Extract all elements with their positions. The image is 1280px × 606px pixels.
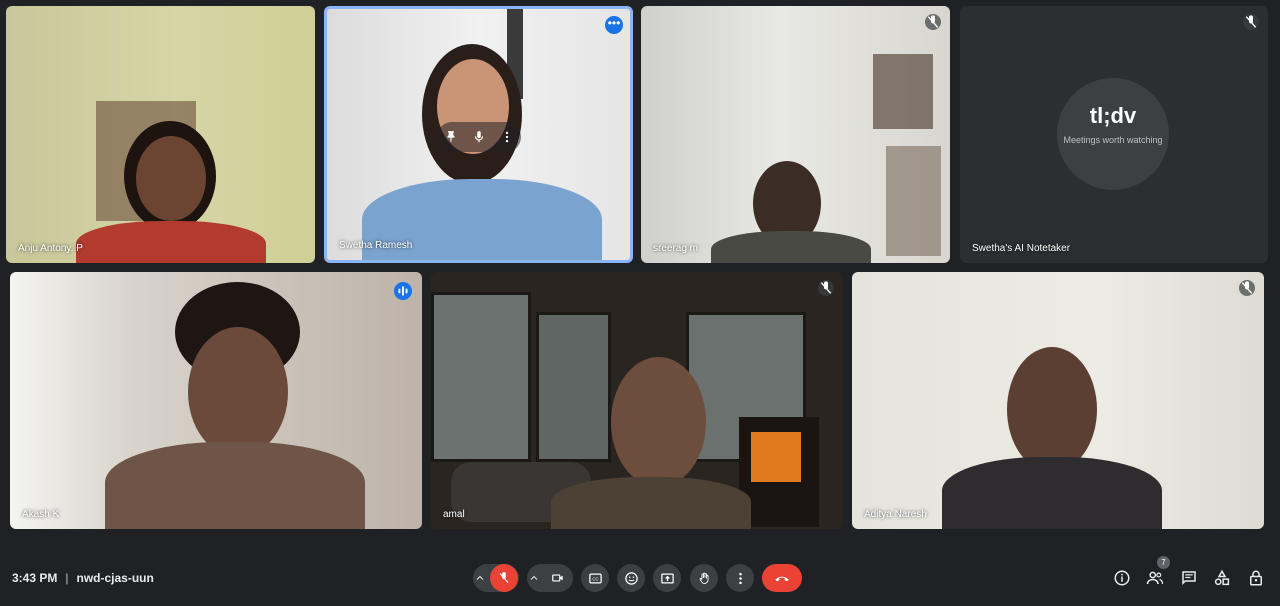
activities-icon — [1214, 569, 1230, 586]
end-call-icon — [775, 576, 789, 582]
chat-button[interactable] — [1180, 569, 1198, 587]
tldv-avatar: tl;dv Meetings worth watching — [1057, 78, 1169, 190]
svg-text:CC: CC — [592, 576, 598, 581]
chat-icon — [1182, 571, 1196, 586]
camera-control-group — [527, 564, 573, 592]
participant-body — [942, 457, 1162, 529]
participant-name: Swetha Ramesh — [339, 240, 413, 251]
chevron-up-icon[interactable] — [474, 572, 486, 584]
emoji-icon — [624, 571, 638, 585]
participant-face — [611, 357, 706, 487]
mic-off-button[interactable] — [490, 564, 518, 592]
window-left — [431, 292, 531, 462]
participant-name: Anju Antony. P — [18, 243, 83, 254]
participant-body — [76, 221, 266, 263]
more-options-icon[interactable]: ••• — [605, 16, 623, 34]
participant-face — [1007, 347, 1097, 472]
participant-name: Akash K — [22, 509, 60, 520]
mic-off-icon — [1243, 14, 1259, 30]
raise-hand-icon — [699, 572, 708, 584]
raise-hand-button[interactable] — [690, 564, 718, 592]
speaking-indicator-icon — [394, 282, 412, 300]
mic-off-icon — [1239, 280, 1255, 296]
mic-off-icon — [818, 280, 834, 296]
wall-frame — [873, 54, 933, 129]
participant-body — [711, 231, 871, 263]
mic-icon[interactable] — [472, 130, 486, 144]
participant-name: amal — [443, 509, 465, 520]
camera-icon — [552, 574, 563, 582]
people-button[interactable] — [1146, 569, 1164, 587]
info-icon — [1114, 570, 1130, 586]
mic-off-icon — [925, 14, 941, 30]
captions-button[interactable]: CC — [581, 564, 609, 592]
camera-button[interactable] — [544, 564, 572, 592]
window-center — [536, 312, 611, 462]
participant-face — [188, 327, 288, 457]
fire — [751, 432, 801, 482]
participant-tile-aditya[interactable]: Aditya Naresh — [852, 272, 1264, 529]
more-options-icon — [738, 572, 742, 584]
bottom-toolbar: 3:43 PM | nwd-cjas-uun CC — [0, 548, 1280, 606]
meeting-info: 3:43 PM | nwd-cjas-uun — [12, 571, 154, 585]
participant-name: sreerag m — [653, 243, 699, 254]
present-icon — [660, 573, 674, 583]
participant-body — [551, 477, 751, 529]
participant-tile-notetaker[interactable]: tl;dv Meetings worth watching Swetha's A… — [960, 6, 1268, 263]
tldv-logo: tl;dv — [1089, 103, 1137, 128]
chevron-up-icon[interactable] — [528, 572, 540, 584]
wall-frame — [886, 146, 941, 256]
mic-off-icon — [499, 572, 509, 584]
participant-tile-akash[interactable]: Akash K — [10, 272, 422, 529]
captions-icon: CC — [588, 573, 602, 583]
participant-tile-sreerag[interactable]: sreerag m — [641, 6, 950, 263]
mic-control-group — [473, 564, 519, 592]
end-call-button[interactable] — [762, 564, 802, 592]
reactions-button[interactable] — [617, 564, 645, 592]
host-controls-button[interactable] — [1247, 569, 1265, 587]
tile-hover-controls — [437, 122, 521, 152]
more-vert-icon[interactable] — [500, 130, 514, 144]
participant-name: Aditya Naresh — [864, 509, 927, 520]
meeting-code[interactable]: nwd-cjas-uun — [76, 571, 153, 585]
meeting-info-separator: | — [65, 571, 69, 585]
people-count-badge: 7 — [1157, 556, 1170, 569]
participant-face — [136, 136, 206, 221]
host-controls-icon — [1250, 570, 1262, 586]
meeting-details-button[interactable] — [1113, 569, 1131, 587]
participant-tile-swetha[interactable]: ••• Swetha Ramesh — [324, 6, 633, 263]
pin-icon[interactable] — [444, 130, 458, 144]
more-options-button[interactable] — [726, 564, 754, 592]
activities-button[interactable] — [1213, 569, 1231, 587]
meeting-time: 3:43 PM — [12, 571, 58, 585]
people-icon — [1146, 571, 1164, 585]
participant-name: Swetha's AI Notetaker — [972, 243, 1071, 254]
tldv-tagline: Meetings worth watching — [1063, 135, 1163, 145]
participant-tile-anju[interactable]: Anju Antony. P — [6, 6, 315, 263]
present-button[interactable] — [653, 564, 681, 592]
participant-body — [105, 442, 365, 529]
participant-tile-amal[interactable]: amal — [431, 272, 843, 529]
